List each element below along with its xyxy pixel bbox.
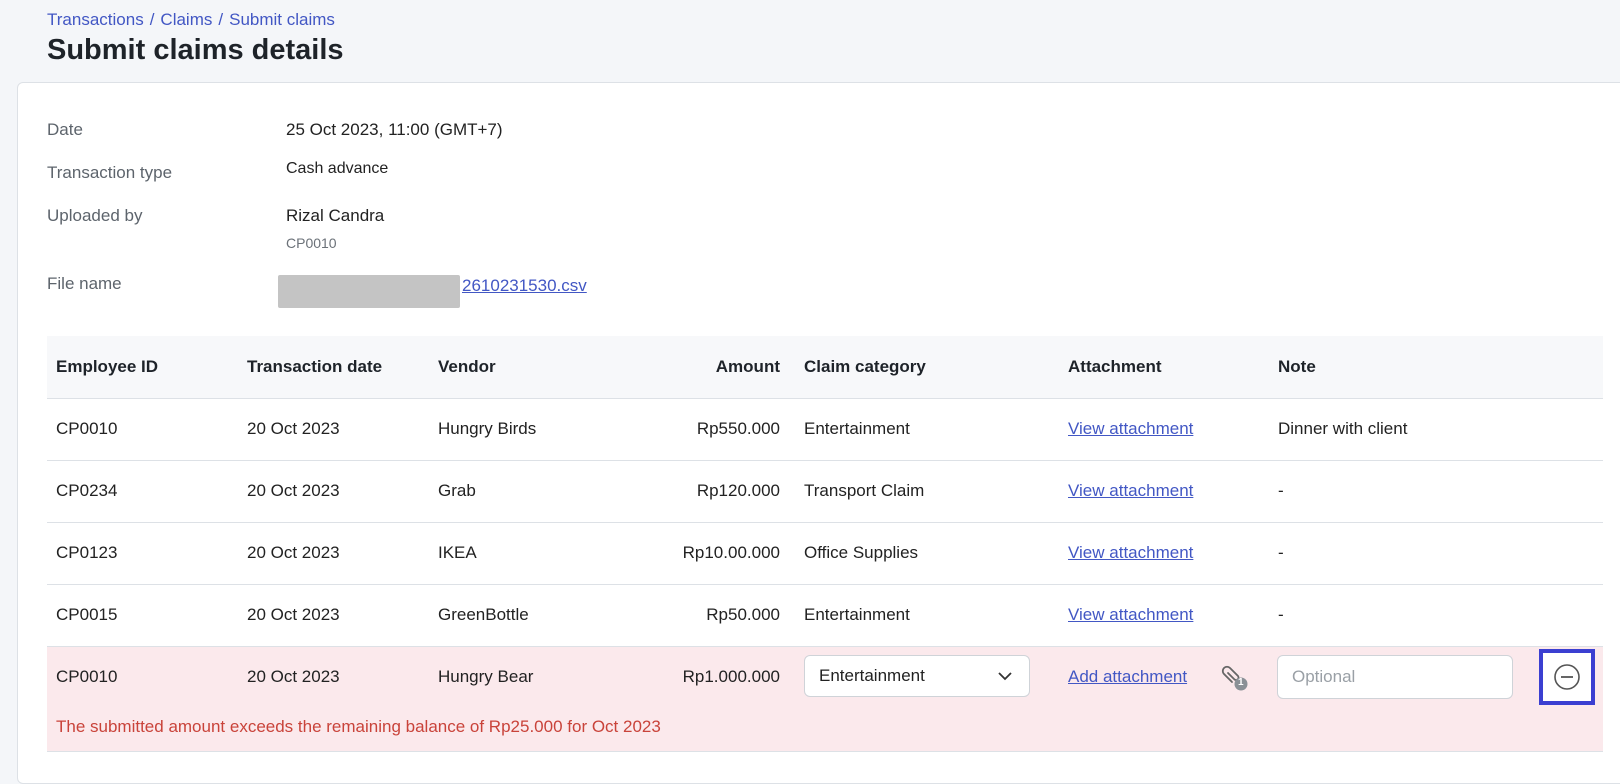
table-row: CP0015 20 Oct 2023 GreenBottle Rp50.000 … xyxy=(47,585,1603,647)
cell-transaction-date: 20 Oct 2023 xyxy=(247,667,340,686)
remove-row-button[interactable] xyxy=(1539,649,1595,705)
breadcrumb-transactions[interactable]: Transactions xyxy=(47,10,144,29)
date-value: 25 Oct 2023, 11:00 (GMT+7) xyxy=(286,120,503,139)
note-input[interactable] xyxy=(1277,655,1513,699)
table-row: CP0234 20 Oct 2023 Grab Rp120.000 Transp… xyxy=(47,461,1603,523)
file-name-label: File name xyxy=(47,274,122,293)
cell-amount: Rp50.000 xyxy=(706,605,780,624)
chevron-down-icon xyxy=(998,672,1012,681)
paperclip-icon xyxy=(1221,665,1248,691)
cell-claim-category: Entertainment xyxy=(804,605,910,624)
cell-transaction-date: 20 Oct 2023 xyxy=(247,543,340,562)
cell-vendor: Grab xyxy=(438,481,476,500)
claim-category-selected: Entertainment xyxy=(819,666,925,685)
amount-error-message: The submitted amount exceeds the remaini… xyxy=(56,717,661,736)
breadcrumb-separator: / xyxy=(149,10,155,29)
page-title: Submit claims details xyxy=(47,34,344,66)
cell-claim-category: Transport Claim xyxy=(804,481,925,500)
cell-employee-id: CP0234 xyxy=(56,481,118,500)
cell-claim-category: Entertainment xyxy=(804,419,910,438)
cell-note: - xyxy=(1278,481,1284,500)
table-row-error: CP0010 20 Oct 2023 Hungry Bear Rp1.000.0… xyxy=(47,647,1603,752)
breadcrumb-separator: / xyxy=(218,10,224,29)
view-attachment-link[interactable]: View attachment xyxy=(1068,605,1193,625)
claims-table: Employee ID Transaction date Vendor Amou… xyxy=(47,336,1603,752)
attachment-count-indicator[interactable]: 1 xyxy=(1219,665,1249,696)
cell-vendor: GreenBottle xyxy=(438,605,529,624)
cell-employee-id: CP0010 xyxy=(56,667,118,686)
claim-category-select[interactable]: Entertainment xyxy=(804,655,1030,697)
cell-amount: Rp10.00.000 xyxy=(682,543,780,562)
view-attachment-link[interactable]: View attachment xyxy=(1068,543,1193,563)
cell-employee-id: CP0010 xyxy=(56,419,118,438)
cell-vendor: IKEA xyxy=(438,543,477,562)
cell-amount: Rp120.000 xyxy=(696,481,780,500)
cell-transaction-date: 20 Oct 2023 xyxy=(247,605,340,624)
add-attachment-link[interactable]: Add attachment xyxy=(1068,667,1187,687)
attachment-count-badge: 1 xyxy=(1238,677,1244,688)
breadcrumb-submit-claims[interactable]: Submit claims xyxy=(229,10,335,29)
breadcrumb: Transactions / Claims / Submit claims xyxy=(47,10,335,30)
uploaded-by-name: Rizal Candra xyxy=(286,206,385,225)
transaction-type-value: Cash advance xyxy=(286,160,389,177)
header-amount: Amount xyxy=(715,357,780,376)
header-attachment: Attachment xyxy=(1068,357,1162,376)
cell-vendor: Hungry Bear xyxy=(438,667,534,686)
redacted-filename-block xyxy=(278,275,460,308)
table-row: CP0010 20 Oct 2023 Hungry Birds Rp550.00… xyxy=(47,399,1603,461)
header-transaction-date: Transaction date xyxy=(247,357,383,376)
cell-transaction-date: 20 Oct 2023 xyxy=(247,481,340,500)
uploaded-by-label: Uploaded by xyxy=(47,206,143,225)
transaction-type-label: Transaction type xyxy=(47,163,173,182)
breadcrumb-claims[interactable]: Claims xyxy=(160,10,212,29)
cell-claim-category: Office Supplies xyxy=(804,543,919,562)
view-attachment-link[interactable]: View attachment xyxy=(1068,419,1193,439)
date-label: Date xyxy=(47,120,83,139)
cell-transaction-date: 20 Oct 2023 xyxy=(247,419,340,438)
cell-note: - xyxy=(1278,543,1284,562)
header-employee-id: Employee ID xyxy=(56,357,159,376)
view-attachment-link[interactable]: View attachment xyxy=(1068,481,1193,501)
header-claim-category: Claim category xyxy=(804,357,926,376)
cell-note: - xyxy=(1278,605,1284,624)
cell-employee-id: CP0123 xyxy=(56,543,118,562)
file-name-link[interactable]: 2610231530.csv xyxy=(462,276,587,296)
minus-circle-icon xyxy=(1554,664,1580,690)
table-header: Employee ID Transaction date Vendor Amou… xyxy=(47,336,1603,399)
cell-note: Dinner with client xyxy=(1278,419,1408,438)
table-row: CP0123 20 Oct 2023 IKEA Rp10.00.000 Offi… xyxy=(47,523,1603,585)
uploaded-by-id: CP0010 xyxy=(286,235,337,251)
header-vendor: Vendor xyxy=(438,357,496,376)
cell-employee-id: CP0015 xyxy=(56,605,118,624)
cell-vendor: Hungry Birds xyxy=(438,419,537,438)
cell-amount: Rp1.000.000 xyxy=(682,667,780,686)
cell-amount: Rp550.000 xyxy=(696,419,780,438)
header-note: Note xyxy=(1278,357,1316,376)
